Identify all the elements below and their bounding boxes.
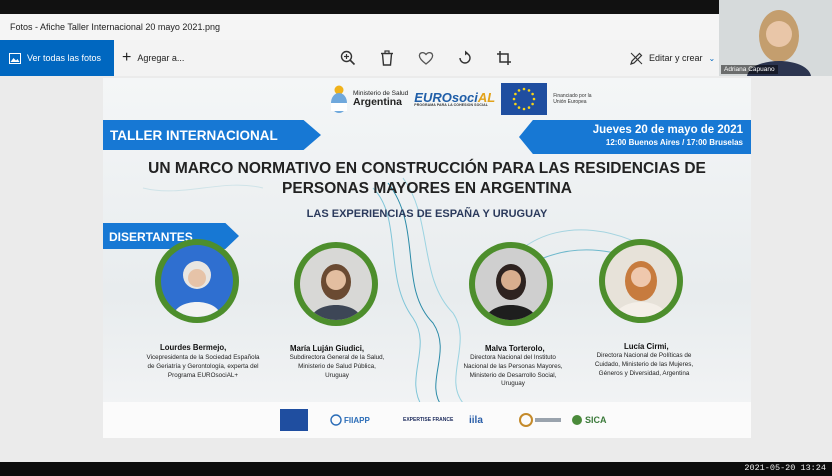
speaker-name: Lucía Cirmi, (624, 342, 669, 351)
zoom-in-icon[interactable] (340, 50, 356, 66)
heart-icon[interactable] (418, 50, 434, 66)
sica-logo: SICA (571, 408, 607, 432)
speaker-role: Directora Nacional del Instituto Naciona… (463, 354, 563, 388)
sica-emblem-icon (572, 415, 582, 425)
sica-text: SICA (585, 415, 607, 425)
portrait-icon (310, 264, 362, 320)
partner-logo-icon (518, 408, 564, 432)
add-to-label: Agregar a... (137, 53, 185, 63)
plus-icon: + (122, 49, 132, 66)
taskbar: 2021-05-20 13:24 (0, 462, 832, 476)
eurosocial-tagline: PROGRAMA PARA LA COHESION SOCIAL (414, 102, 489, 107)
clock-timestamp: 2021-05-20 13:24 (744, 463, 826, 473)
ministry-logo-text: Ministerio de Salud Argentina (353, 90, 408, 109)
rotate-icon[interactable] (457, 50, 473, 66)
event-type-label: TALLER INTERNACIONAL (110, 128, 278, 143)
speaker-name: Lourdes Bermejo, (160, 343, 227, 352)
event-type-band: TALLER INTERNACIONAL (103, 120, 321, 150)
eu-stars-icon (512, 87, 536, 111)
see-all-photos-button[interactable]: Ver todas las fotos (0, 40, 114, 76)
participant-video-tile[interactable]: Adriana Capuano (719, 0, 832, 76)
photo-viewer: Ministerio de Salud Argentina EUROsociAL… (0, 76, 832, 462)
poster-footer-logos: FIIAPP EXPERTISE FRANCE iila SICA (103, 402, 751, 438)
event-date-band: Jueves 20 de mayo de 2021 12:00 Buenos A… (519, 120, 751, 154)
photos-gallery-icon (9, 52, 21, 64)
expertise-france-text: EXPERTISE FRANCE (403, 417, 454, 423)
portrait-icon (173, 261, 221, 317)
speaker-photo (599, 239, 683, 323)
argentina-coat-of-arms-icon (331, 85, 347, 113)
edit-and-create-label: Editar y crear (649, 53, 703, 63)
chevron-down-icon: ⌄ (708, 53, 716, 63)
portrait-icon (615, 261, 667, 317)
ministry-country: Argentina (353, 95, 403, 108)
speaker-role: Vicepresidenta de la Sociedad Española d… (146, 354, 260, 379)
speaker-role: Subdirectora General de la Salud, Minist… (289, 354, 385, 379)
partner-emblem-icon (519, 413, 561, 427)
poster-image: Ministerio de Salud Argentina EUROsociAL… (103, 78, 751, 438)
crop-icon[interactable] (496, 50, 512, 66)
see-all-photos-label: Ver todas las fotos (27, 53, 102, 63)
poster-header-logos: Ministerio de Salud Argentina EUROsociAL… (328, 82, 601, 116)
participant-name: Adriana Capuano (721, 65, 778, 74)
fiiapp-globe-icon (330, 414, 342, 426)
edit-pen-icon (630, 52, 643, 65)
iila-logo: iila (469, 408, 483, 432)
delete-icon[interactable] (379, 50, 395, 66)
fiiapp-text: FIIAPP (344, 415, 370, 425)
poster-subtitle: LAS EXPERIENCIAS DE ESPAÑA Y URUGUAY (306, 208, 548, 220)
speaker-role: Directora Nacional de Políticas de Cuida… (594, 352, 694, 377)
speaker-photo (469, 242, 553, 326)
iila-text: iila (469, 414, 483, 426)
eu-flag-icon (501, 83, 548, 115)
speaker-photo (155, 239, 239, 323)
poster-title: UN MARCO NORMATIVO EN CONSTRUCCIÓN PARA … (103, 159, 751, 199)
add-to-button[interactable]: + Agregar a... (122, 40, 184, 76)
edit-and-create-button[interactable]: Editar y crear ⌄ (630, 40, 715, 76)
photos-toolbar: Ver todas las fotos + Agregar a... Edita… (0, 40, 832, 76)
window-title: Fotos - Afiche Taller Internacional 20 m… (0, 14, 720, 40)
speaker-name: Malva Torterolo, (485, 344, 545, 353)
expertise-france-logo: EXPERTISE FRANCE (403, 408, 461, 432)
poster-title-line-1: UN MARCO NORMATIVO EN CONSTRUCCIÓN PARA … (148, 160, 706, 177)
speaker-photo (294, 242, 378, 326)
event-date: Jueves 20 de mayo de 2021 (592, 124, 743, 136)
fiiapp-logo: FIIAPP (330, 408, 370, 432)
portrait-icon (485, 264, 537, 320)
top-strip (0, 0, 832, 14)
poster-title-line-2: PERSONAS MAYORES EN ARGENTINA (282, 180, 572, 197)
eurosocial-logo: EUROsociAL PROGRAMA PARA LA COHESION SOC… (414, 91, 495, 108)
photos-app-window: Fotos - Afiche Taller Internacional 20 m… (0, 14, 832, 462)
speaker-name: María Luján Giudici, (290, 344, 365, 353)
financed-by-eu-text: Financiado por la Unión Europea (553, 93, 592, 105)
event-time: 12:00 Buenos Aires / 17:00 Bruselas (605, 138, 743, 147)
eu-flag-small-icon (280, 408, 308, 432)
